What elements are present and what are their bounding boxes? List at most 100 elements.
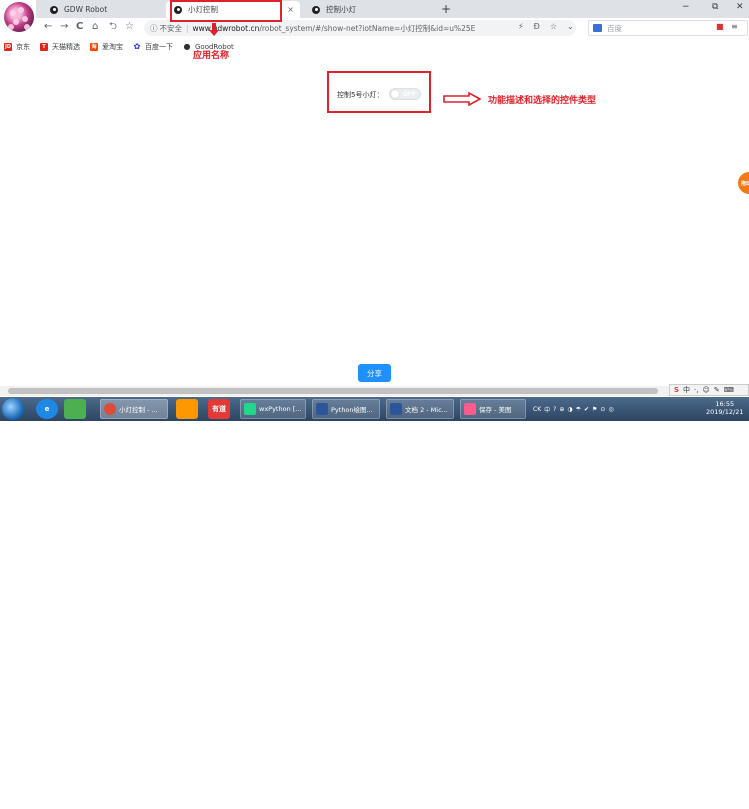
clock-date: 2019/12/21 — [706, 408, 744, 416]
baidu-paw-icon: ✿ — [133, 42, 141, 51]
search-placeholder: 百度 — [607, 23, 622, 33]
tray-icon[interactable]: CK — [533, 406, 541, 413]
task-label: 保存 - 美图 — [479, 406, 512, 414]
bookmark-aitaobao[interactable]: 淘 爱淘宝 — [90, 42, 123, 52]
tray-icon[interactable]: ✔ — [584, 406, 589, 413]
tray-icon[interactable]: ⚑ — [592, 406, 597, 413]
chevron-down-icon[interactable]: ⌄ — [567, 22, 574, 31]
word-icon — [316, 403, 328, 415]
tray-icon[interactable]: ⊕ — [559, 406, 564, 413]
extension-red-icon[interactable]: ■ — [716, 22, 724, 31]
word-icon — [390, 403, 402, 415]
jd-icon: JD — [4, 42, 12, 51]
floating-side-bubble[interactable]: 拖动 — [738, 172, 749, 194]
divider: | — [186, 23, 189, 33]
annotation-control-description: 功能描述和选择的控件类型 — [488, 96, 597, 106]
bookmark-label: 京东 — [16, 42, 30, 51]
sogou-icon[interactable]: S — [674, 386, 679, 394]
favorite-star-icon[interactable]: ☆ — [550, 22, 557, 31]
switch-knob — [391, 90, 399, 98]
menu-icon[interactable]: ≡ — [731, 22, 738, 31]
taskbar: e 小灯控制 - ... 有道 wxPython [... Python绘图..… — [0, 397, 749, 809]
bookmarks-bar: JD 京东 T 天猫精选 淘 爱淘宝 ✿ 百度一下 ● GoodRobot — [4, 40, 749, 53]
lightning-icon[interactable]: ⚡ — [518, 22, 524, 31]
system-clock[interactable]: 16:55 2019/12/21 — [706, 400, 743, 416]
task-meitu[interactable]: 保存 - 美图 — [460, 399, 526, 419]
switch-state-text: OFF — [402, 90, 416, 98]
tab-label: GDW Robot — [64, 5, 108, 14]
control-label: 控制5号小灯： — [337, 91, 384, 99]
tab-gdw-robot[interactable]: GDW Robot — [42, 1, 162, 18]
tab-label: 控制小灯 — [326, 5, 356, 14]
back-button[interactable]: ← — [44, 21, 52, 33]
tray-icon[interactable]: ? — [553, 406, 556, 413]
browser-window: GDW Robot 小灯控制 × 控制小灯 + − ⧉ ✕ ← → C ⌂ ⮌ … — [0, 0, 749, 397]
ime-punctuation[interactable]: ·, — [694, 386, 698, 394]
extension-icon[interactable]: Ð — [534, 22, 540, 31]
annotation-right-arrow-icon — [443, 92, 481, 106]
tab-control-light[interactable]: 控制小灯 — [304, 1, 424, 18]
tab-close-icon[interactable]: × — [287, 5, 294, 14]
app-name-highlight-box — [170, 0, 282, 22]
task-label: Python绘图... — [331, 406, 373, 414]
close-window-button[interactable]: ✕ — [736, 2, 744, 12]
taobao-icon: 淘 — [90, 42, 98, 51]
app-icon[interactable] — [176, 399, 198, 419]
undo-button[interactable]: ⮌ — [109, 21, 117, 33]
bookmark-label: 百度一下 — [145, 42, 173, 51]
restore-button[interactable]: ⧉ — [712, 2, 718, 12]
task-pycharm[interactable]: wxPython [... — [240, 399, 306, 419]
gdw-favicon-icon — [312, 5, 320, 14]
url-path: /robot_system/#/show-net?iotName=小灯控制&id… — [259, 23, 476, 33]
task-label: wxPython [... — [259, 405, 302, 413]
task-label: 文档 2 - Mic... — [405, 406, 448, 414]
bookmark-baidu[interactable]: ✿ 百度一下 — [133, 42, 173, 52]
ie-icon[interactable]: e — [36, 399, 58, 419]
tray-icon[interactable]: ⊙ — [600, 406, 605, 413]
tray-icon[interactable]: 中 — [544, 405, 550, 414]
minimize-button[interactable]: − — [682, 2, 690, 12]
start-button[interactable] — [2, 398, 24, 420]
chrome-icon — [104, 403, 116, 415]
emoji-icon[interactable]: ☺ — [703, 386, 710, 394]
avatar[interactable] — [4, 2, 34, 32]
tray-icon[interactable]: ☂ — [576, 406, 581, 413]
clock-time: 16:55 — [715, 400, 735, 408]
tray-icon[interactable]: ◑ — [567, 406, 572, 413]
ime-mode[interactable]: 中 — [683, 385, 690, 395]
task-python-plot[interactable]: Python绘图... — [312, 399, 380, 419]
ime-toolbar: S 中 ·, ☺ ✎ ⌨ — [669, 384, 749, 396]
bookmark-label: 天猫精选 — [52, 42, 80, 51]
bookmark-label: 爱淘宝 — [102, 42, 123, 51]
home-button[interactable]: ⌂ — [92, 21, 98, 33]
scrollbar-thumb[interactable] — [8, 388, 658, 394]
security-label: 不安全 — [159, 23, 183, 33]
tab-strip: GDW Robot 小灯控制 × 控制小灯 + − ⧉ ✕ — [36, 0, 749, 18]
light-toggle-switch[interactable]: OFF — [389, 88, 421, 100]
bookmark-star-button[interactable]: ☆ — [125, 21, 134, 33]
handwrite-icon[interactable]: ✎ — [714, 386, 720, 394]
keyboard-icon[interactable]: ⌨ — [724, 386, 734, 394]
share-button[interactable]: 分享 — [358, 364, 391, 382]
forward-button[interactable]: → — [60, 21, 68, 33]
address-bar-actions: ⚡ Ð ☆ ⌄ — [518, 22, 574, 31]
tmall-icon: T — [40, 42, 48, 51]
task-label: 小灯控制 - ... — [119, 406, 158, 414]
meitu-icon — [464, 403, 476, 415]
horizontal-scrollbar[interactable] — [0, 386, 749, 396]
bookmark-tmall[interactable]: T 天猫精选 — [40, 42, 80, 52]
info-icon[interactable]: ⓘ — [150, 23, 158, 34]
reload-button[interactable]: C — [76, 21, 83, 33]
search-engine-icon — [593, 24, 602, 32]
tray-icon[interactable]: ◎ — [608, 406, 613, 413]
task-chrome[interactable]: 小灯控制 - ... — [100, 399, 168, 419]
annotation-app-name: 应用名称 — [193, 51, 230, 61]
youdao-icon[interactable]: 有道 — [208, 399, 230, 419]
app-icon[interactable] — [64, 399, 86, 419]
task-word-doc[interactable]: 文档 2 - Mic... — [386, 399, 454, 419]
url-host: www.gdwrobot.cn — [192, 23, 260, 33]
goodrobot-icon: ● — [183, 42, 191, 51]
bookmark-jd[interactable]: JD 京东 — [4, 42, 30, 52]
search-box[interactable]: 百度 — [588, 20, 748, 36]
new-tab-button[interactable]: + — [441, 2, 451, 16]
